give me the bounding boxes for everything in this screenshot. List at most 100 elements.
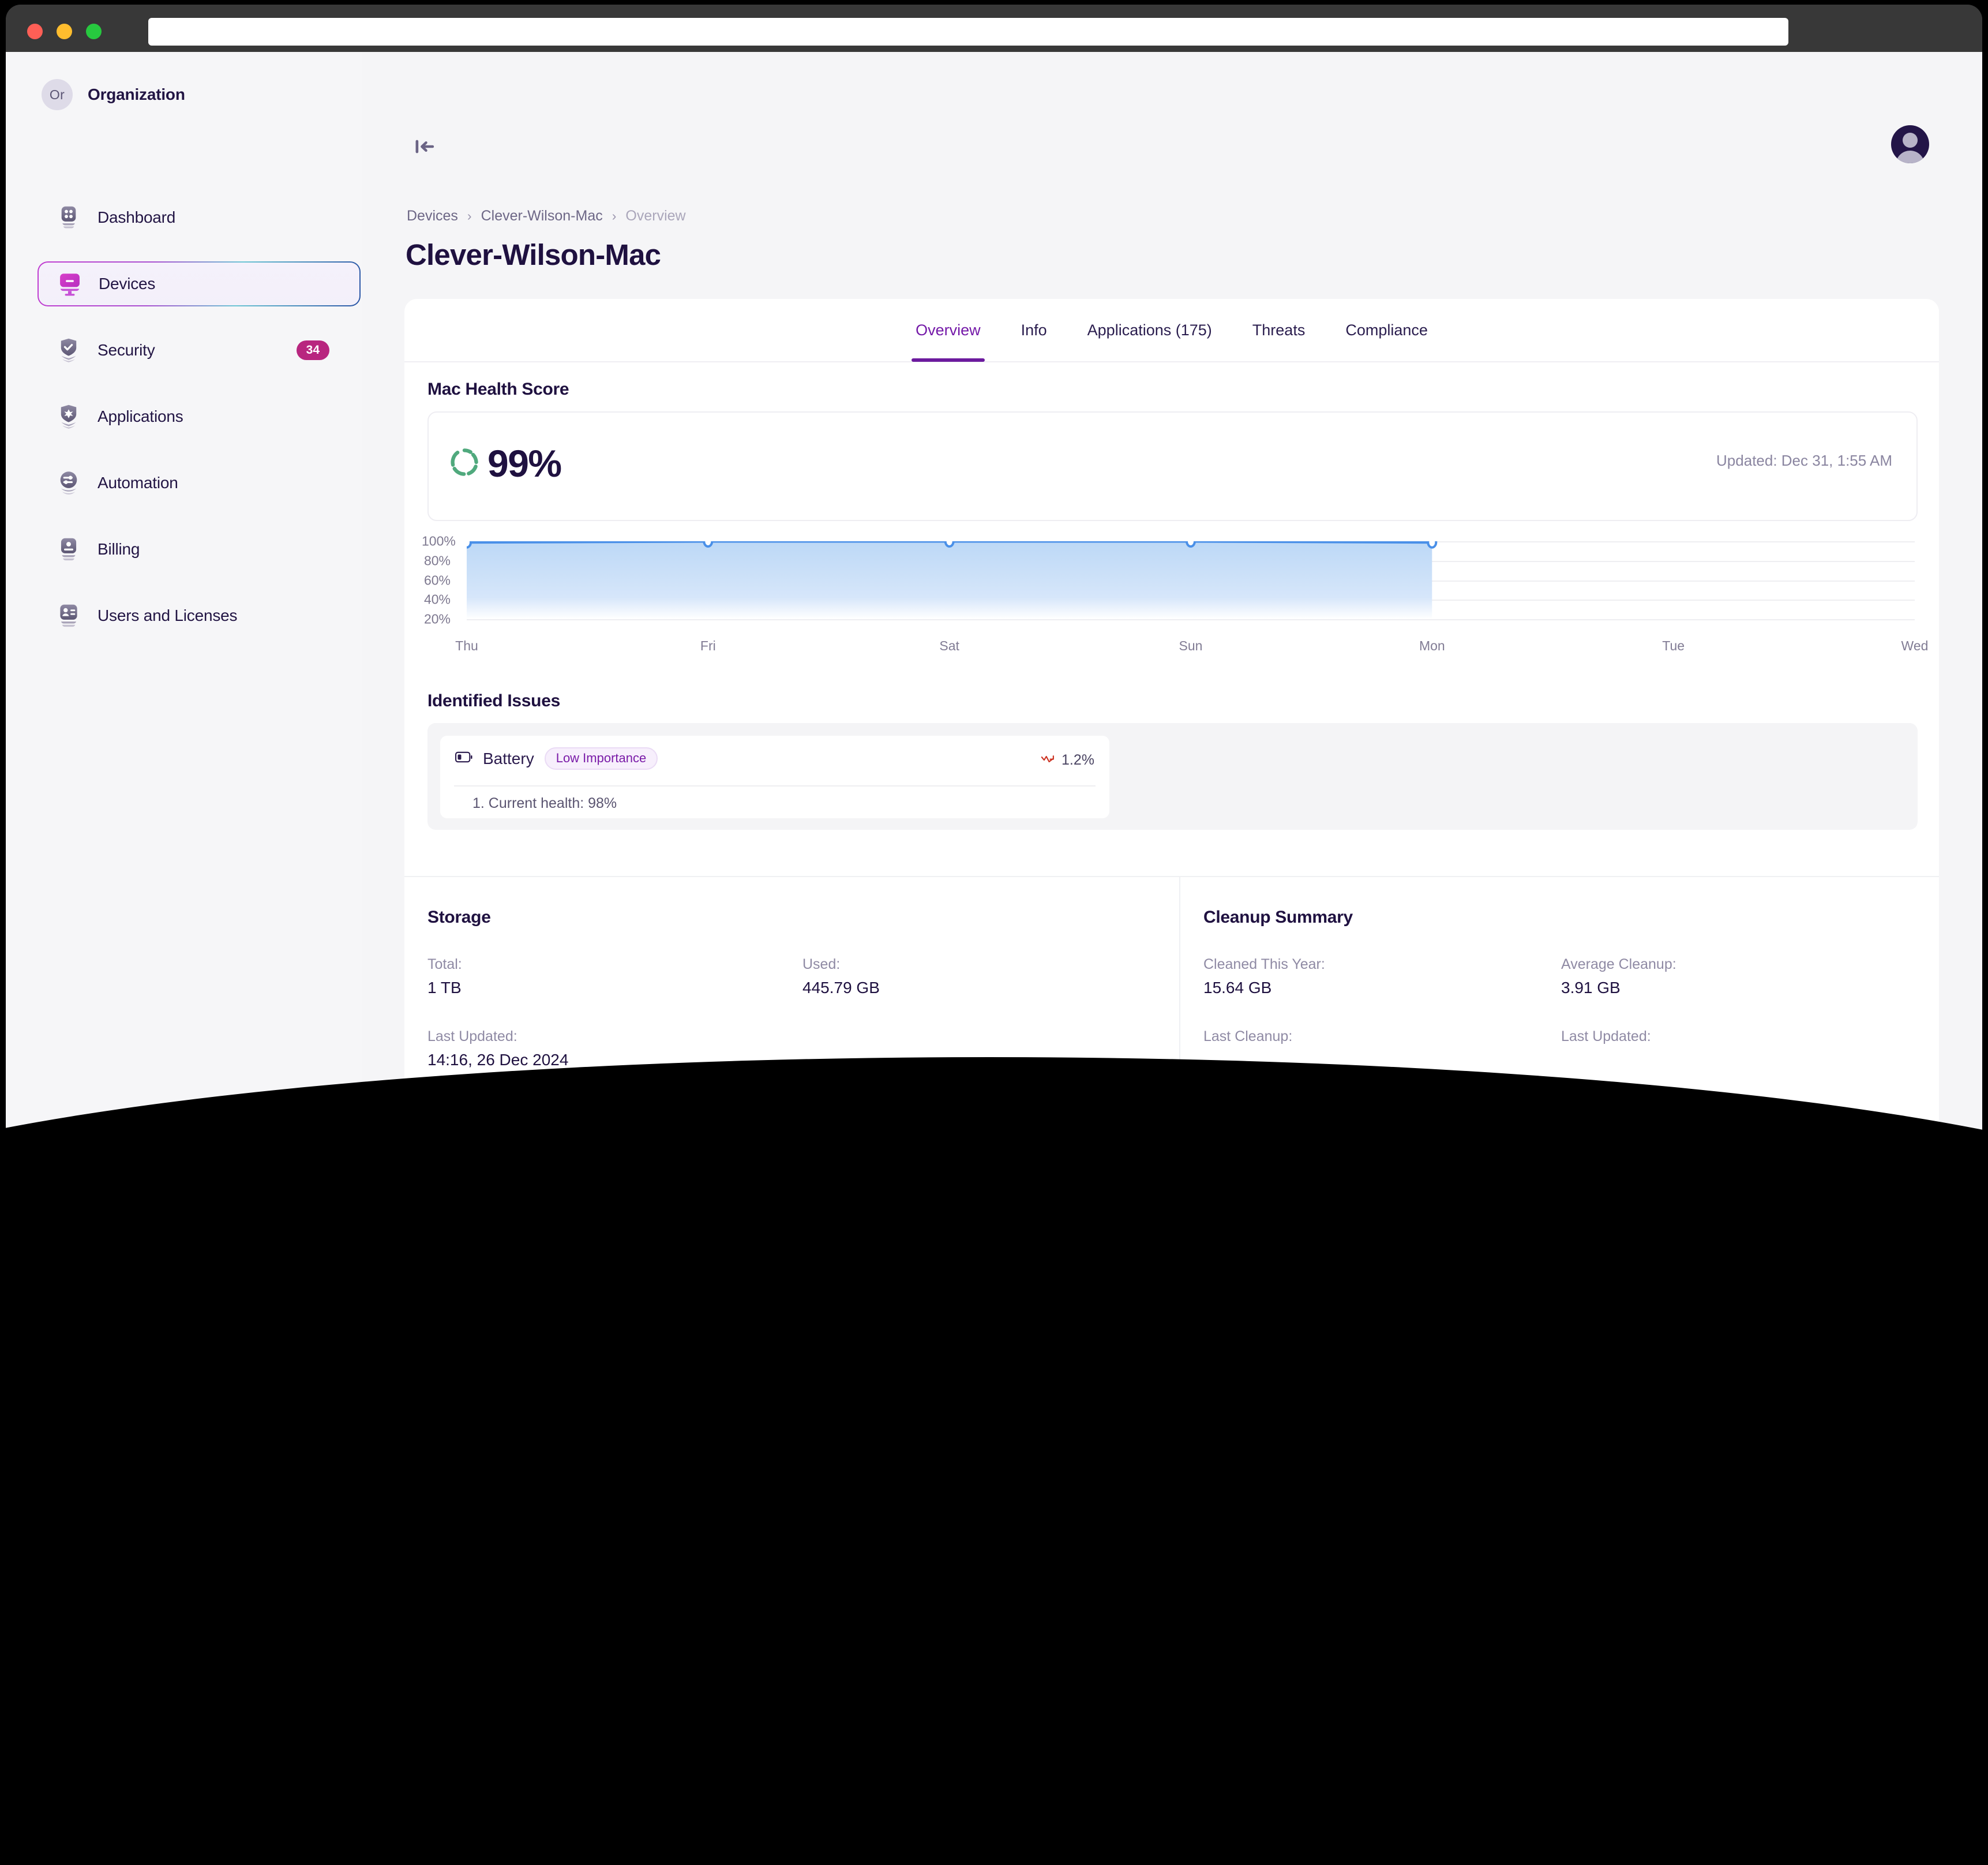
applications-shield-icon <box>57 405 80 429</box>
sidebar-item-label: Dashboard <box>97 208 175 227</box>
minimize-window-button[interactable] <box>57 24 72 39</box>
health-score-value: 99% <box>487 441 561 485</box>
storage-stats: Total: 1 TB Used: 445.79 GB Last Updated… <box>427 956 1177 1069</box>
url-input[interactable] <box>148 18 1788 46</box>
health-score-chart: 100%80%60%40%20% <box>422 535 1922 671</box>
chart-y-tick: 40% <box>422 592 459 608</box>
sidebar-item-devices[interactable]: Devices <box>37 261 361 306</box>
sidebar-item-security[interactable]: Security 34 <box>37 328 361 373</box>
cleanup-summary-title: Cleanup Summary <box>1203 908 1919 927</box>
chart-plot-area <box>467 541 1915 619</box>
sidebar-item-automation[interactable]: Automation <box>37 460 361 505</box>
storage-stat-last-updated: Last Updated: 14:16, 26 Dec 2024 <box>427 1028 802 1069</box>
identified-issues-title: Identified Issues <box>427 691 560 711</box>
maximize-window-button[interactable] <box>86 24 102 39</box>
tab-label: Threats <box>1252 321 1306 339</box>
main-content: Devices › Clever-Wilson-Mac › Overview C… <box>362 52 1982 1144</box>
storage-breakdown-bar <box>427 1099 1166 1115</box>
organization-avatar: Or <box>42 79 73 110</box>
bottom-column-divider <box>1179 876 1180 1144</box>
cleanup-stat-last-cleanup: Last Cleanup: <box>1203 1028 1561 1051</box>
tab-label: Overview <box>916 321 981 339</box>
window-traffic-lights <box>27 24 102 39</box>
breadcrumb-item-current: Overview <box>625 208 685 224</box>
sidebar-item-label: Users and Licenses <box>97 606 237 625</box>
breadcrumb-separator-icon: › <box>612 208 617 224</box>
chart-data-point <box>467 541 471 548</box>
bottom-section-divider <box>404 876 1939 877</box>
stat-label: Last Cleanup: <box>1203 1028 1561 1045</box>
stat-value: 1 TB <box>427 979 802 997</box>
mac-health-score-title: Mac Health Score <box>427 380 569 399</box>
stat-value: 445.79 GB <box>802 979 1177 997</box>
stat-label: Average Cleanup: <box>1561 956 1919 973</box>
storage-title: Storage <box>427 908 1177 927</box>
cleanup-stat-last-updated: Last Updated: <box>1561 1028 1919 1051</box>
close-window-button[interactable] <box>27 24 43 39</box>
storage-bar-segment <box>898 1099 924 1115</box>
chart-x-tick: Sat <box>939 638 959 654</box>
browser-titlebar <box>6 5 1982 52</box>
cleanup-stats: Cleaned This Year: 15.64 GB Average Clea… <box>1203 956 1919 1051</box>
health-gauge-icon <box>449 447 479 480</box>
issue-trend-value: 1.2% <box>1061 752 1094 769</box>
shield-check-icon <box>57 338 80 362</box>
issue-importance-badge: Low Importance <box>545 747 658 770</box>
health-score-box: 99% Updated: Dec 31, 1:55 AM <box>427 411 1918 521</box>
screenshot-bottom-mask <box>0 1057 1988 1865</box>
page-title: Clever-Wilson-Mac <box>406 238 661 272</box>
chart-data-point <box>946 541 954 546</box>
stat-label: Last Updated: <box>427 1028 802 1045</box>
sidebar-nav: Dashboard <box>37 195 361 660</box>
chart-x-tick: Tue <box>1662 638 1685 654</box>
storage-stat-used: Used: 445.79 GB <box>802 956 1177 997</box>
battery-icon <box>455 751 472 766</box>
chart-x-tick: Wed <box>1901 638 1929 654</box>
dashboard-icon <box>57 205 80 230</box>
chart-y-tick: 100% <box>422 534 459 549</box>
application-viewport: Or Organization <box>6 52 1982 1144</box>
overview-card: Overview Info Applications (175) Threats… <box>404 299 1939 1144</box>
tab-label: Info <box>1021 321 1047 339</box>
stat-value: 14:16, 26 Dec 2024 <box>427 1051 802 1069</box>
sidebar-item-dashboard[interactable]: Dashboard <box>37 195 361 240</box>
tab-info[interactable]: Info <box>1001 299 1067 362</box>
organization-name: Organization <box>88 85 185 104</box>
sidebar-item-applications[interactable]: Applications <box>37 394 361 439</box>
tab-applications[interactable]: Applications (175) <box>1067 299 1232 362</box>
stat-label: Used: <box>802 956 1177 973</box>
sidebar-item-label: Applications <box>97 407 183 426</box>
storage-bar-segment <box>609 1099 771 1115</box>
breadcrumb-item-devices[interactable]: Devices <box>407 208 458 224</box>
cleanup-summary-section: Cleanup Summary Cleaned This Year: 15.64… <box>1203 908 1919 1051</box>
stat-value: 15.64 GB <box>1203 979 1561 997</box>
breadcrumb: Devices › Clever-Wilson-Mac › Overview <box>407 208 686 224</box>
health-score-updated: Updated: Dec 31, 1:55 AM <box>1716 452 1892 470</box>
sidebar-item-users-and-licenses[interactable]: Users and Licenses <box>37 593 361 638</box>
identified-issues-panel: Battery Low Importance 1.2% <box>427 723 1918 830</box>
tab-overview[interactable]: Overview <box>895 299 1001 362</box>
issue-trend: 1.2% <box>1041 752 1094 769</box>
tab-bar: Overview Info Applications (175) Threats… <box>404 299 1939 362</box>
tab-threats[interactable]: Threats <box>1232 299 1326 362</box>
storage-section: Storage Total: 1 TB Used: 445.79 GB Last… <box>427 908 1177 1069</box>
tab-compliance[interactable]: Compliance <box>1325 299 1448 362</box>
sidebar-item-label: Security <box>97 341 155 359</box>
breadcrumb-item-device[interactable]: Clever-Wilson-Mac <box>481 208 603 224</box>
chart-x-tick: Fri <box>700 638 716 654</box>
chart-y-tick: 60% <box>422 572 459 588</box>
sidebar-item-label: Billing <box>97 540 140 559</box>
stat-label: Total: <box>427 956 802 973</box>
issue-detail-line: 1. Current health: 98% <box>472 795 617 812</box>
chart-x-tick: Mon <box>1419 638 1445 654</box>
tab-label: Compliance <box>1345 321 1428 339</box>
security-count-badge: 34 <box>297 340 329 360</box>
breadcrumb-separator-icon: › <box>467 208 472 224</box>
chart-data-point <box>1187 541 1195 546</box>
issue-card-battery[interactable]: Battery Low Importance 1.2% <box>440 736 1109 818</box>
storage-bar-segment <box>775 1099 894 1115</box>
organization-switcher[interactable]: Or Organization <box>42 79 185 110</box>
sidebar-item-label: Devices <box>99 275 155 293</box>
browser-window: Or Organization <box>6 5 1982 1144</box>
sidebar-item-billing[interactable]: Billing <box>37 527 361 572</box>
